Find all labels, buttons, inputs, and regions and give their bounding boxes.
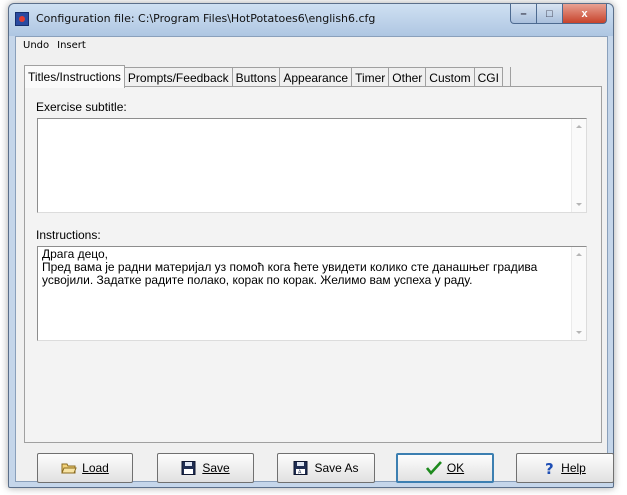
- tab-prompts-feedback[interactable]: Prompts/Feedback: [124, 67, 233, 87]
- floppy-disk-edit-icon: A: [293, 461, 309, 476]
- close-button[interactable]: x: [563, 4, 607, 24]
- window-title: Configuration file: C:\Program Files\Hot…: [36, 12, 376, 25]
- tab-titles-instructions[interactable]: Titles/Instructions: [24, 65, 125, 88]
- svg-text:A: A: [298, 470, 302, 476]
- tab-buttons[interactable]: Buttons: [232, 67, 281, 87]
- checkmark-icon: [425, 461, 442, 476]
- scroll-down-icon[interactable]: [576, 203, 582, 206]
- instructions-text: Драга децо, Пред вама је радни материјал…: [42, 247, 538, 287]
- menu-bar: Undo Insert: [16, 37, 607, 53]
- question-mark-icon: ?: [544, 460, 556, 478]
- ok-button[interactable]: OK: [396, 453, 494, 483]
- instructions-label: Instructions:: [36, 228, 101, 242]
- hot-potatoes-app-icon[interactable]: [15, 12, 29, 26]
- instructions-scrollbar[interactable]: [571, 247, 586, 340]
- floppy-disk-icon: [181, 461, 197, 475]
- help-button-label: Help: [561, 461, 586, 475]
- subtitle-textarea[interactable]: [37, 118, 587, 213]
- subtitle-label: Exercise subtitle:: [36, 100, 127, 114]
- caption-buttons: – □ x: [510, 4, 607, 24]
- folder-open-icon: [61, 461, 77, 475]
- client-area: Undo Insert Titles/Instructions Prompts/…: [15, 36, 614, 483]
- maximize-icon: □: [546, 7, 553, 20]
- minimize-button[interactable]: –: [510, 4, 537, 24]
- tab-custom[interactable]: Custom: [426, 67, 475, 87]
- tab-appearance[interactable]: Appearance: [280, 67, 353, 87]
- scroll-up-icon[interactable]: [576, 253, 582, 256]
- load-button-label: Load: [82, 461, 109, 475]
- tab-other[interactable]: Other: [389, 67, 427, 87]
- title-bar[interactable]: Configuration file: C:\Program Files\Hot…: [9, 4, 613, 36]
- maximize-button[interactable]: □: [537, 4, 563, 24]
- tab-panel: Exercise subtitle: Instructions: Драга д…: [24, 86, 602, 443]
- scroll-down-icon[interactable]: [576, 331, 582, 334]
- tab-strip: Titles/Instructions Prompts/Feedback But…: [24, 65, 511, 88]
- tab-timer[interactable]: Timer: [352, 67, 390, 87]
- menu-undo[interactable]: Undo: [19, 40, 53, 51]
- save-as-button-label: Save As: [314, 461, 359, 475]
- scroll-up-icon[interactable]: [576, 125, 582, 128]
- save-as-button[interactable]: A Save As: [277, 453, 375, 483]
- minimize-icon: –: [520, 7, 527, 20]
- svg-text:?: ?: [545, 461, 554, 475]
- save-button[interactable]: Save: [157, 453, 254, 483]
- load-button[interactable]: Load: [37, 453, 133, 483]
- ok-button-label: OK: [446, 461, 465, 475]
- save-button-label: Save: [202, 461, 230, 475]
- close-icon: x: [581, 7, 588, 20]
- tab-strip-end: [503, 67, 511, 87]
- tab-cgi[interactable]: CGI: [474, 67, 503, 87]
- config-window: Configuration file: C:\Program Files\Hot…: [8, 3, 614, 488]
- menu-insert[interactable]: Insert: [53, 40, 90, 51]
- instructions-textarea[interactable]: Драга децо, Пред вама је радни материјал…: [37, 246, 587, 341]
- subtitle-scrollbar[interactable]: [571, 119, 586, 212]
- help-button[interactable]: ? Help: [516, 453, 614, 483]
